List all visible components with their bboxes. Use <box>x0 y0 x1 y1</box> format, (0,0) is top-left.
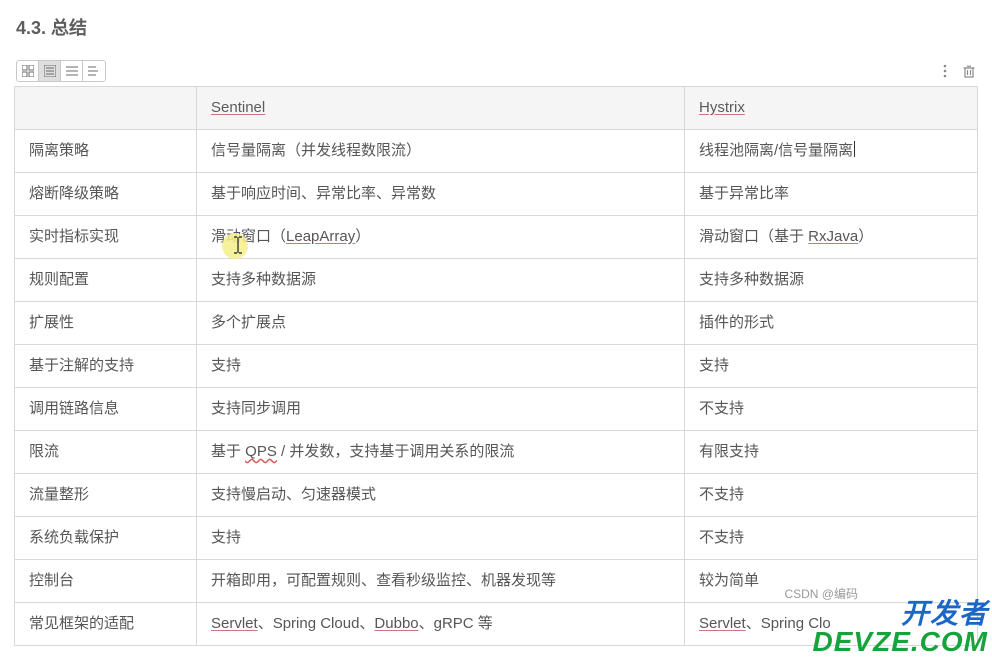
table-row: 隔离策略 信号量隔离（并发线程数限流） 线程池隔离/信号量隔离 <box>15 130 978 173</box>
row-label: 隔离策略 <box>15 130 197 173</box>
table-row: 基于注解的支持 支持 支持 <box>15 345 978 388</box>
row-label: 常见框架的适配 <box>15 603 197 646</box>
list-boxed-view-icon[interactable] <box>39 61 61 81</box>
cell-sentinel[interactable]: 开箱即用，可配置规则、查看秒级监控、机器发现等 <box>197 560 685 603</box>
table-row: 扩展性 多个扩展点 插件的形式 <box>15 302 978 345</box>
row-label: 基于注解的支持 <box>15 345 197 388</box>
trash-icon[interactable] <box>962 64 976 78</box>
list-view-icon[interactable] <box>61 61 83 81</box>
table-row: 规则配置 支持多种数据源 支持多种数据源 <box>15 259 978 302</box>
row-label: 限流 <box>15 431 197 474</box>
header-hystrix: Hystrix <box>685 87 978 130</box>
row-label: 系统负载保护 <box>15 517 197 560</box>
cell-sentinel[interactable]: 多个扩展点 <box>197 302 685 345</box>
row-label: 流量整形 <box>15 474 197 517</box>
row-label: 扩展性 <box>15 302 197 345</box>
row-label: 熔断降级策略 <box>15 173 197 216</box>
row-label: 调用链路信息 <box>15 388 197 431</box>
header-sentinel: Sentinel <box>197 87 685 130</box>
table-row: 限流 基于 QPS / 并发数，支持基于调用关系的限流 有限支持 <box>15 431 978 474</box>
grid-view-icon[interactable] <box>17 61 39 81</box>
cell-sentinel[interactable]: Servlet、Spring Cloud、Dubbo、gRPC 等 <box>197 603 685 646</box>
table-row: 实时指标实现 滑动窗口（LeapArray） 滑动窗口（基于 RxJava） <box>15 216 978 259</box>
table-row: 熔断降级策略 基于响应时间、异常比率、异常数 基于异常比率 <box>15 173 978 216</box>
table-row: 控制台 开箱即用，可配置规则、查看秒级监控、机器发现等 较为简单 <box>15 560 978 603</box>
cell-sentinel[interactable]: 基于响应时间、异常比率、异常数 <box>197 173 685 216</box>
cell-hystrix[interactable]: 较为简单 <box>685 560 978 603</box>
cell-sentinel[interactable]: 支持同步调用 <box>197 388 685 431</box>
cell-hystrix[interactable]: 支持多种数据源 <box>685 259 978 302</box>
cell-hystrix[interactable]: 不支持 <box>685 517 978 560</box>
table-row: 调用链路信息 支持同步调用 不支持 <box>15 388 978 431</box>
cell-sentinel[interactable]: 基于 QPS / 并发数，支持基于调用关系的限流 <box>197 431 685 474</box>
row-label: 规则配置 <box>15 259 197 302</box>
text-caret <box>854 141 855 157</box>
cell-hystrix[interactable]: 不支持 <box>685 388 978 431</box>
cell-hystrix[interactable]: 滑动窗口（基于 RxJava） <box>685 216 978 259</box>
header-blank <box>15 87 197 130</box>
cell-hystrix[interactable]: Servlet、Spring Clo <box>685 603 978 646</box>
cell-sentinel[interactable]: 支持多种数据源 <box>197 259 685 302</box>
cell-hystrix[interactable]: 支持 <box>685 345 978 388</box>
cell-sentinel[interactable]: 支持 <box>197 345 685 388</box>
cell-sentinel[interactable]: 信号量隔离（并发线程数限流） <box>197 130 685 173</box>
cell-hystrix[interactable]: 线程池隔离/信号量隔离 <box>685 130 978 173</box>
table-row: 系统负载保护 支持 不支持 <box>15 517 978 560</box>
view-toggle-group <box>16 60 106 82</box>
table-row: 常见框架的适配 Servlet、Spring Cloud、Dubbo、gRPC … <box>15 603 978 646</box>
cell-hystrix[interactable]: 插件的形式 <box>685 302 978 345</box>
cell-hystrix[interactable]: 有限支持 <box>685 431 978 474</box>
cell-sentinel[interactable]: 滑动窗口（LeapArray） <box>197 216 685 259</box>
table-header-row: Sentinel Hystrix <box>15 87 978 130</box>
list-compact-view-icon[interactable] <box>83 61 105 81</box>
row-label: 实时指标实现 <box>15 216 197 259</box>
table-toolbar <box>14 60 978 82</box>
cell-sentinel[interactable]: 支持 <box>197 517 685 560</box>
cell-hystrix[interactable]: 基于异常比率 <box>685 173 978 216</box>
table-right-actions <box>938 64 976 78</box>
row-label: 控制台 <box>15 560 197 603</box>
table-row: 流量整形 支持慢启动、匀速器模式 不支持 <box>15 474 978 517</box>
more-vert-icon[interactable] <box>938 64 952 78</box>
cell-sentinel[interactable]: 支持慢启动、匀速器模式 <box>197 474 685 517</box>
comparison-table: Sentinel Hystrix 隔离策略 信号量隔离（并发线程数限流） 线程池… <box>14 86 978 646</box>
section-heading: 4.3. 总结 <box>16 14 978 40</box>
cell-hystrix[interactable]: 不支持 <box>685 474 978 517</box>
